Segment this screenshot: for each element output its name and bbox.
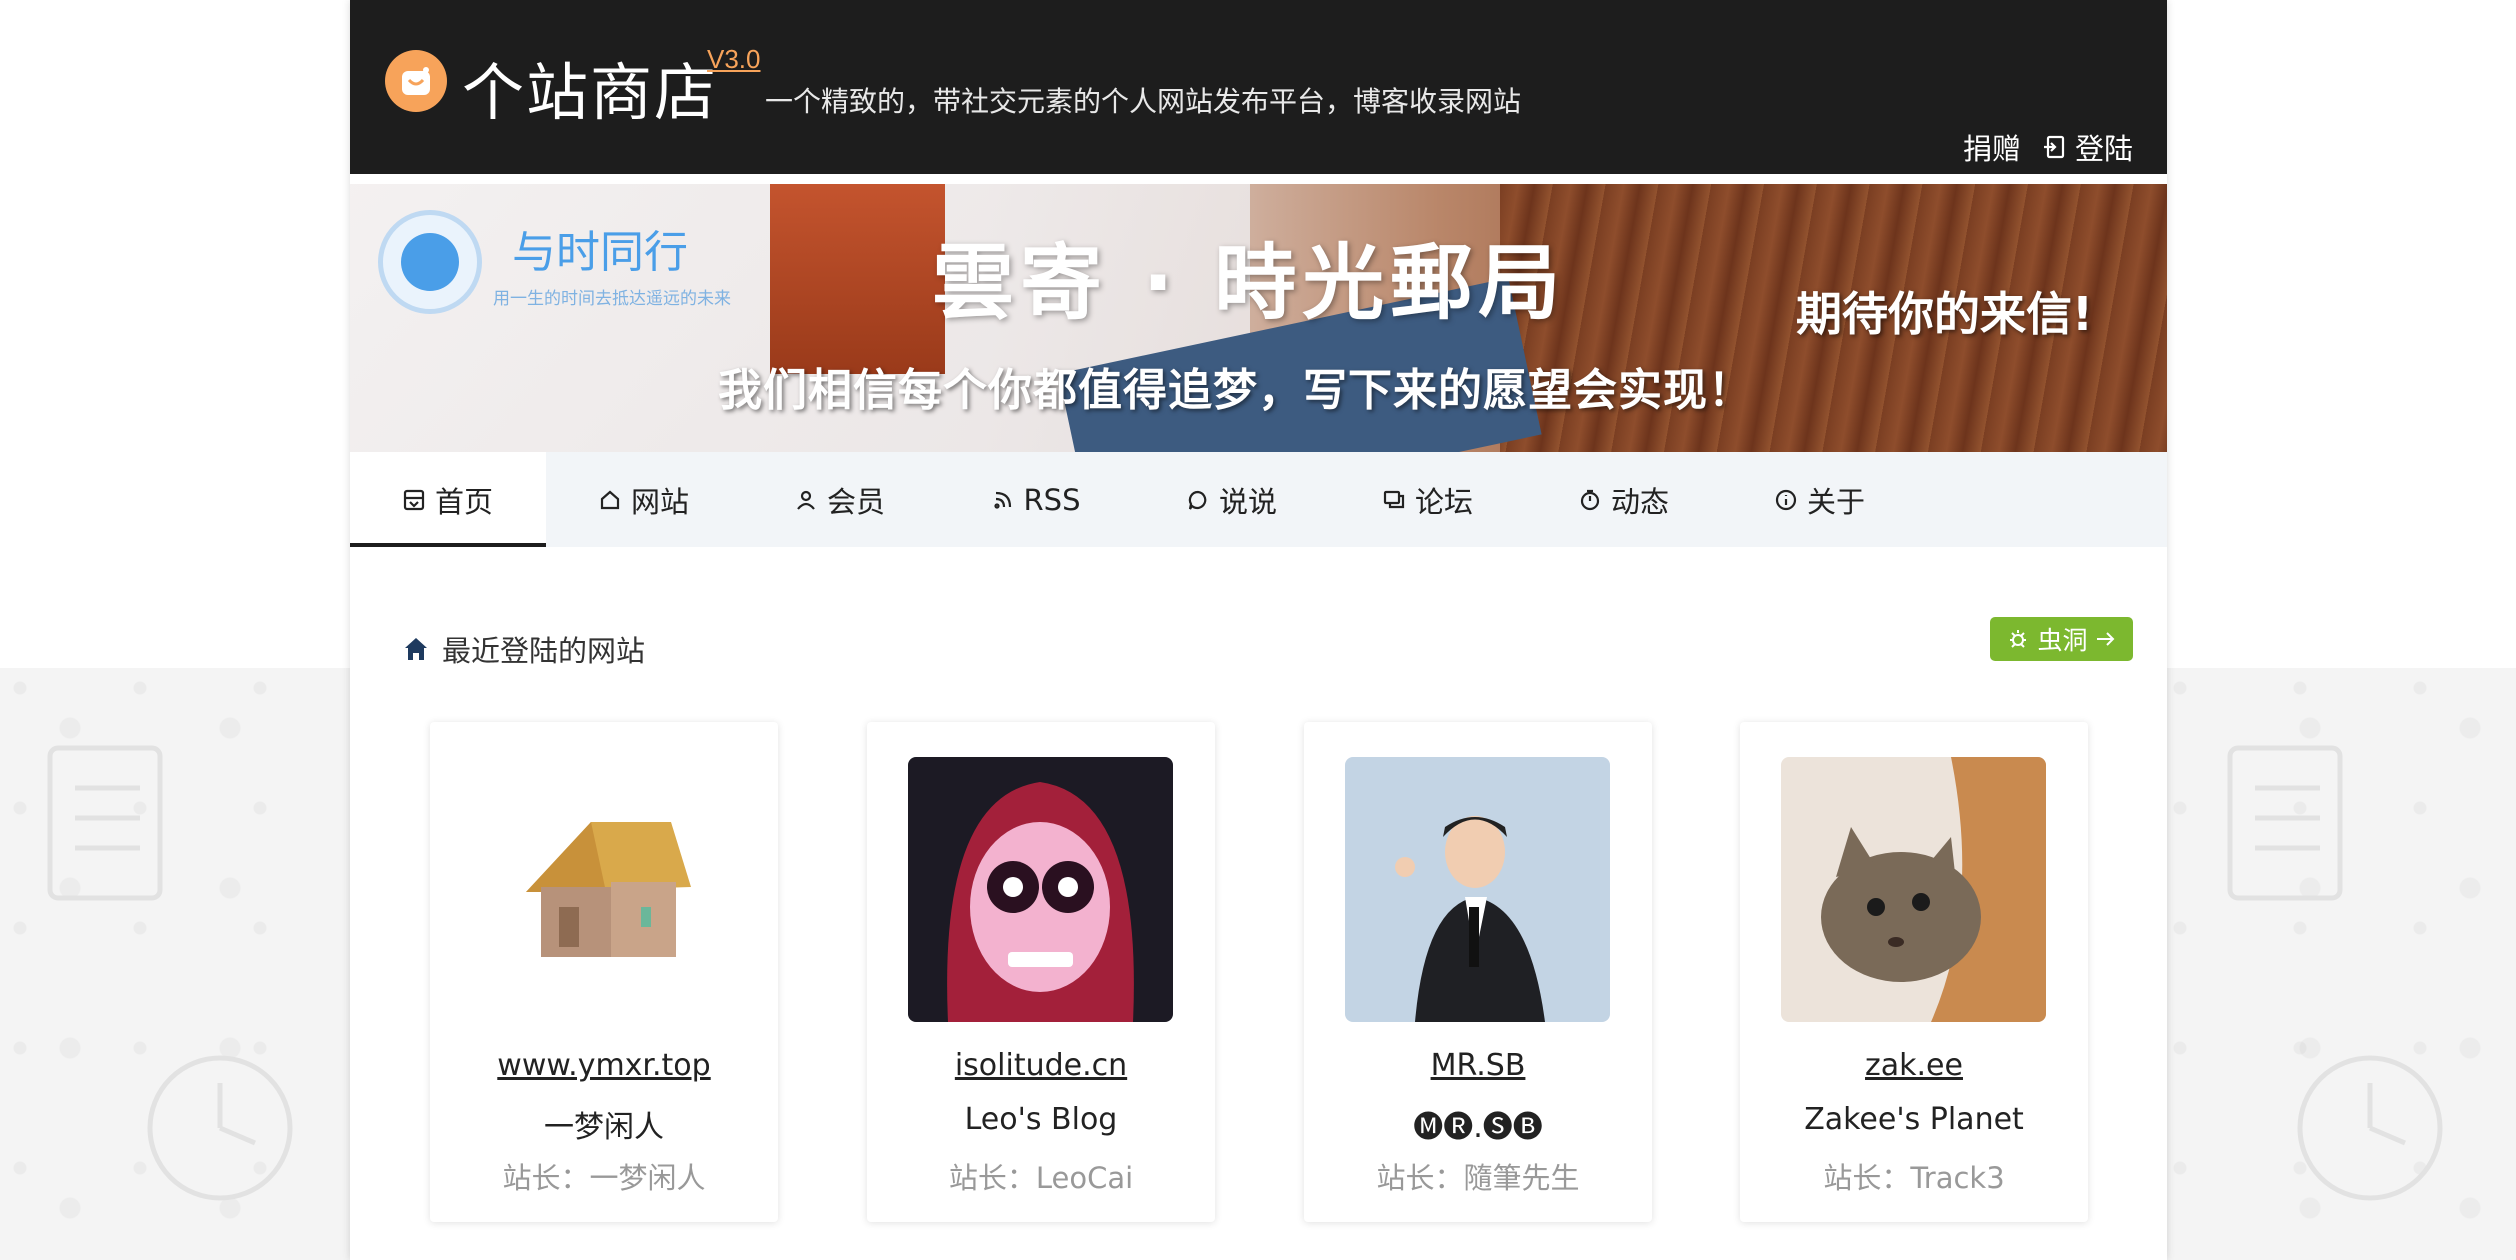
site-domain-link[interactable]: www.ymxr.top <box>430 1048 778 1083</box>
home-board-icon <box>403 489 425 510</box>
nav-label-sites: 网站 <box>630 484 689 519</box>
banner-brand-slogan: 用一生的时间去抵达遥远的未来 <box>493 289 731 309</box>
user-icon <box>797 490 815 510</box>
banner-bottom-text: 我们相信每个你都值得追梦，写下来的愿望会实现！ <box>718 365 1753 416</box>
login-label: 登陆 <box>2074 132 2133 166</box>
arrow-right-icon <box>2096 632 2114 646</box>
version-link[interactable]: V3.0 <box>707 44 761 75</box>
clock-doodle-icon <box>147 1055 293 1201</box>
nav-label-rss: RSS <box>1023 482 1081 517</box>
donate-link[interactable]: 捐赠 <box>1963 126 2021 168</box>
nav-item-talk[interactable]: 说说 <box>1134 452 1330 547</box>
clock-doodle-icon-right <box>2297 1055 2443 1201</box>
site-name[interactable]: 个站商店 <box>462 42 718 132</box>
cottage-avatar[interactable] <box>471 757 736 1022</box>
nav-label-about: 关于 <box>1806 484 1865 519</box>
info-icon <box>1775 489 1797 510</box>
nav-item-home[interactable]: 首页 <box>350 452 546 547</box>
bug-icon <box>2010 630 2027 648</box>
clipboard-doodle-icon <box>47 745 163 901</box>
site-title: 🅜🅡.🅢🅑 <box>1413 1110 1543 1145</box>
nav-item-members[interactable]: 会员 <box>742 452 938 547</box>
nav-item-about[interactable]: 关于 <box>1722 452 1918 547</box>
seal-stamp-image <box>770 184 945 374</box>
main-container: 个站商店 V3.0 一个精致的，带社交元素的个人网站发布平台，博客收录网站 捐赠… <box>350 0 2167 1260</box>
speaker-avatar[interactable] <box>1345 757 1610 1022</box>
site-domain-link[interactable]: MR.SB <box>1304 1048 1652 1083</box>
clipboard-doodle-icon-right <box>2227 745 2343 901</box>
site-card[interactable]: isolitude.cn Leo's Blog 站长：LeoCai <box>867 722 1215 1222</box>
nav-item-rss[interactable]: RSS <box>938 452 1134 547</box>
shop-bag-logo-icon[interactable] <box>385 50 447 112</box>
rss-icon <box>993 491 1011 509</box>
nav-label-forum: 论坛 <box>1414 484 1473 519</box>
site-header: 个站商店 V3.0 一个精致的，带社交元素的个人网站发布平台，博客收录网站 捐赠… <box>350 0 2167 174</box>
login-link[interactable]: 登陆 <box>2043 126 2133 168</box>
wormhole-button[interactable]: 虫洞 <box>1990 617 2133 661</box>
forum-icon <box>1383 490 1405 508</box>
clock-logo-icon <box>378 210 482 314</box>
skull-face-avatar[interactable] <box>908 757 1173 1022</box>
site-owner: 站长：Track3 <box>1823 1161 2005 1195</box>
site-domain-link[interactable]: zak.ee <box>1740 1048 2088 1083</box>
banner-title: 雲寄 · 時光郵局 <box>932 236 1567 331</box>
nav-item-sites[interactable]: 网站 <box>546 452 742 547</box>
site-title: Zakee's Planet <box>1804 1102 2024 1137</box>
site-title: Leo's Blog <box>964 1102 1118 1137</box>
site-owner: 站长：LeoCai <box>948 1161 1134 1195</box>
stopwatch-icon <box>1580 489 1600 510</box>
main-nav: 首页 网站 会员 RSS 说说 论坛 动态 关于 <box>350 452 2167 547</box>
section-heading: 最近登陆的网站 <box>402 628 645 670</box>
nav-label-talk: 说说 <box>1218 484 1277 519</box>
chat-bubble-icon <box>1188 490 1207 510</box>
site-card[interactable]: zak.ee Zakee's Planet 站长：Track3 <box>1740 722 2088 1222</box>
banner-brand: 与时同行 <box>512 227 688 278</box>
nav-label-home: 首页 <box>434 484 493 519</box>
site-owner: 站长：一梦闲人 <box>502 1161 706 1195</box>
site-tagline: 一个精致的，带社交元素的个人网站发布平台，博客收录网站 <box>765 85 1522 118</box>
site-title: 一梦闲人 <box>544 1110 664 1145</box>
site-domain-link[interactable]: isolitude.cn <box>867 1048 1215 1083</box>
login-icon <box>2043 135 2065 159</box>
nav-label-activity: 动态 <box>1610 484 1669 519</box>
site-owner: 站长：隨筆先生 <box>1376 1161 1580 1195</box>
header-actions: 捐赠 登陆 <box>1963 126 2133 168</box>
house-icon <box>600 490 620 509</box>
section-title: 最近登陆的网站 <box>442 634 646 668</box>
site-card[interactable]: www.ymxr.top 一梦闲人 站长：一梦闲人 <box>430 722 778 1222</box>
wormhole-label: 虫洞 <box>2037 626 2088 655</box>
nav-item-forum[interactable]: 论坛 <box>1330 452 1526 547</box>
time-post-banner[interactable]: 与时同行 用一生的时间去抵达遥远的未来 雲寄 · 時光郵局 期待你的来信! 我们… <box>350 184 2167 452</box>
home-icon <box>405 638 427 660</box>
site-card[interactable]: MR.SB 🅜🅡.🅢🅑 站长：隨筆先生 <box>1304 722 1652 1222</box>
banner-right-text: 期待你的来信! <box>1796 287 2093 341</box>
cat-avatar[interactable] <box>1781 757 2046 1022</box>
nav-item-activity[interactable]: 动态 <box>1526 452 1722 547</box>
nav-label-members: 会员 <box>826 484 885 519</box>
